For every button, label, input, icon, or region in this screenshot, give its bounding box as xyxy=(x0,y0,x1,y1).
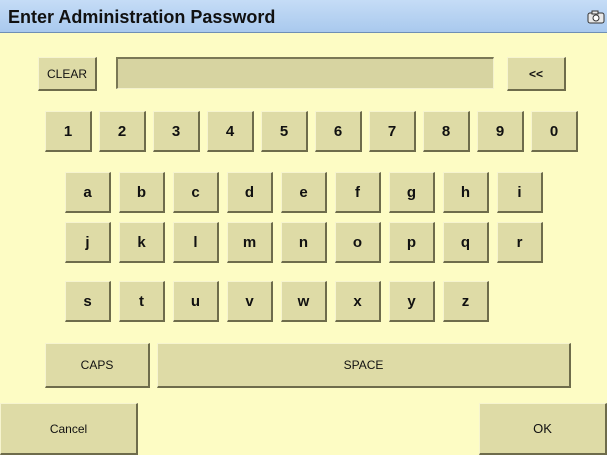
key-w[interactable]: w xyxy=(281,281,327,322)
key-p[interactable]: p xyxy=(389,222,435,263)
key-o[interactable]: o xyxy=(335,222,381,263)
key-t[interactable]: t xyxy=(119,281,165,322)
key-u[interactable]: u xyxy=(173,281,219,322)
key-v[interactable]: v xyxy=(227,281,273,322)
dialog-title: Enter Administration Password xyxy=(8,7,276,27)
key-5[interactable]: 5 xyxy=(261,111,308,152)
title-bar: Enter Administration Password xyxy=(0,0,607,33)
caps-button[interactable]: CAPS xyxy=(45,343,150,388)
key-q[interactable]: q xyxy=(443,222,489,263)
key-y[interactable]: y xyxy=(389,281,435,322)
key-j[interactable]: j xyxy=(65,222,111,263)
cancel-button[interactable]: Cancel xyxy=(0,403,138,455)
key-b[interactable]: b xyxy=(119,172,165,213)
backspace-button[interactable]: << xyxy=(507,57,566,91)
key-9[interactable]: 9 xyxy=(477,111,524,152)
key-r[interactable]: r xyxy=(497,222,543,263)
key-2[interactable]: 2 xyxy=(99,111,146,152)
key-d[interactable]: d xyxy=(227,172,273,213)
password-input[interactable] xyxy=(116,57,494,89)
key-1[interactable]: 1 xyxy=(45,111,92,152)
space-button[interactable]: SPACE xyxy=(157,343,571,388)
key-n[interactable]: n xyxy=(281,222,327,263)
key-s[interactable]: s xyxy=(65,281,111,322)
key-g[interactable]: g xyxy=(389,172,435,213)
key-x[interactable]: x xyxy=(335,281,381,322)
clear-button[interactable]: CLEAR xyxy=(38,57,97,91)
key-7[interactable]: 7 xyxy=(369,111,416,152)
key-k[interactable]: k xyxy=(119,222,165,263)
key-8[interactable]: 8 xyxy=(423,111,470,152)
key-e[interactable]: e xyxy=(281,172,327,213)
camera-icon[interactable] xyxy=(587,10,605,24)
ok-button[interactable]: OK xyxy=(479,403,607,455)
key-4[interactable]: 4 xyxy=(207,111,254,152)
key-c[interactable]: c xyxy=(173,172,219,213)
key-l[interactable]: l xyxy=(173,222,219,263)
key-3[interactable]: 3 xyxy=(153,111,200,152)
key-f[interactable]: f xyxy=(335,172,381,213)
key-h[interactable]: h xyxy=(443,172,489,213)
key-m[interactable]: m xyxy=(227,222,273,263)
key-z[interactable]: z xyxy=(443,281,489,322)
key-6[interactable]: 6 xyxy=(315,111,362,152)
key-i[interactable]: i xyxy=(497,172,543,213)
key-a[interactable]: a xyxy=(65,172,111,213)
key-0[interactable]: 0 xyxy=(531,111,578,152)
